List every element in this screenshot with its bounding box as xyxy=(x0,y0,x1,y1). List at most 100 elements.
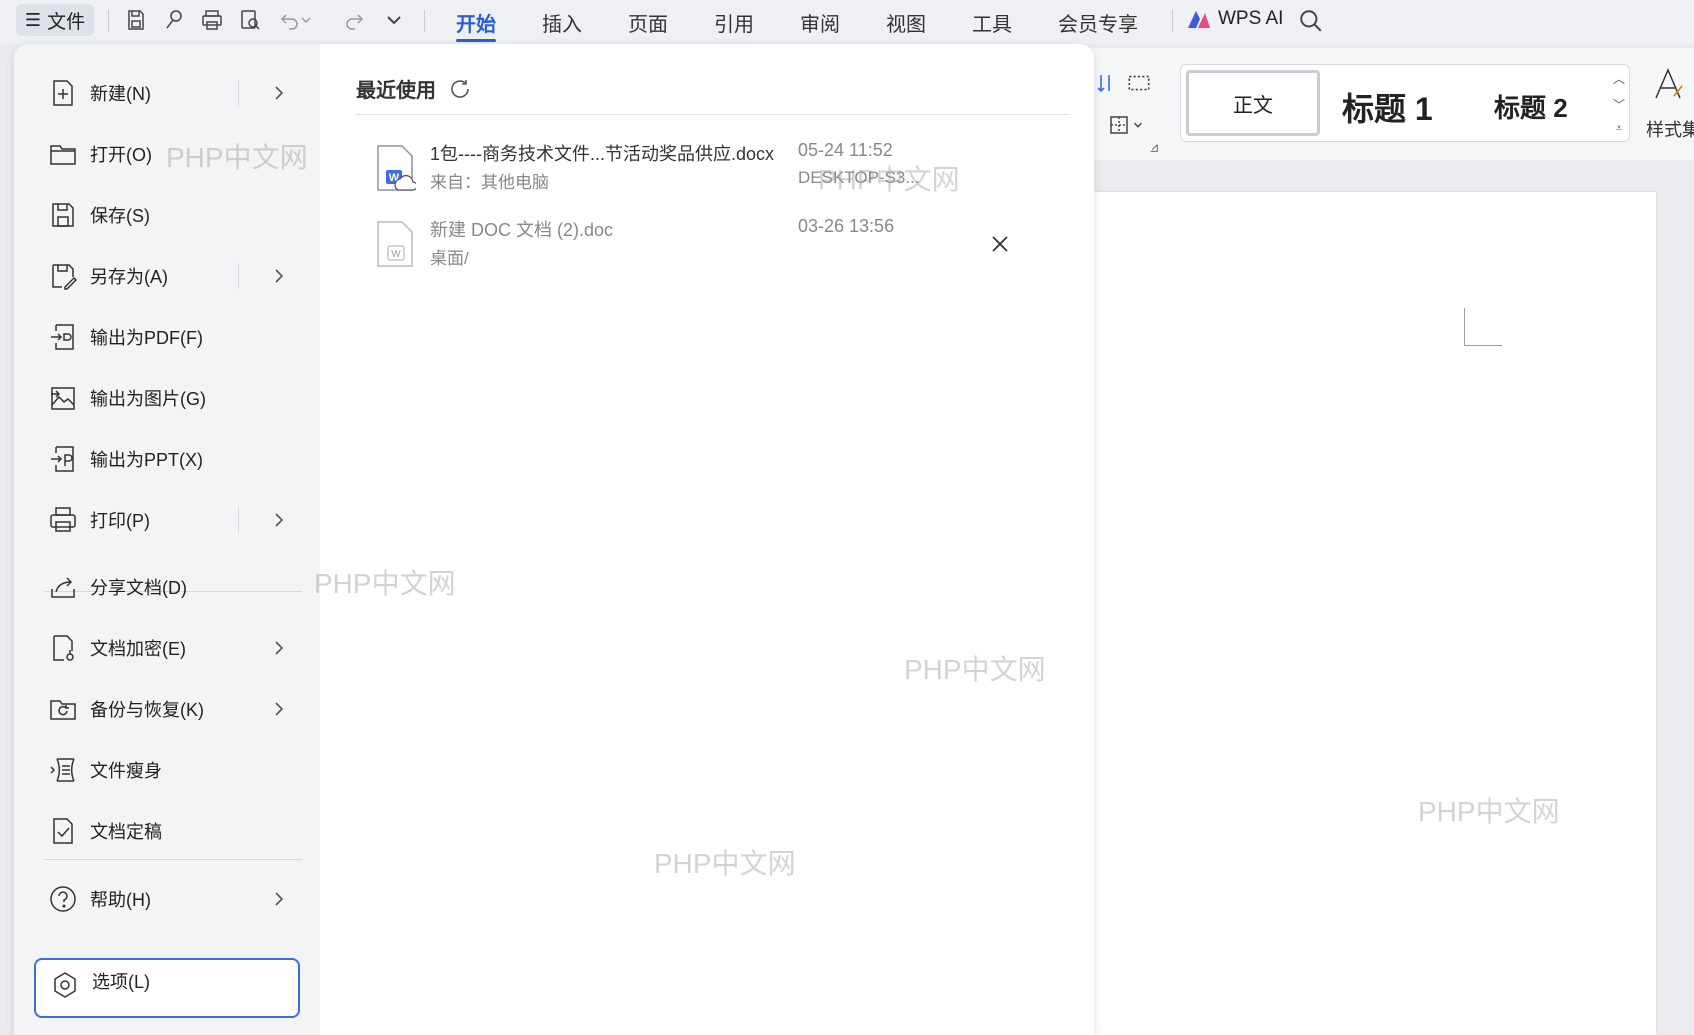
menu-item-open[interactable]: 打开(O) xyxy=(46,129,296,179)
sort-icon[interactable] xyxy=(1090,68,1120,98)
paragraph-settings-icon[interactable] xyxy=(1146,140,1162,156)
chevron-right-icon[interactable] xyxy=(268,80,290,106)
tab-references[interactable]: 引用 xyxy=(714,8,754,40)
menu-item-backup[interactable]: 备份与恢复(K) xyxy=(46,684,296,734)
menu-item-save-as[interactable]: 另存为(A) xyxy=(46,251,296,301)
finalize-icon xyxy=(46,814,80,848)
menu-item-export-pdf[interactable]: 输出为PDF(F) xyxy=(46,312,296,362)
word-file-icon: W xyxy=(377,221,413,267)
export-pdf-icon xyxy=(46,320,80,354)
menu-item-export-ppt[interactable]: 输出为PPT(X) xyxy=(46,434,296,484)
menu-item-save[interactable]: 保存(S) xyxy=(46,190,296,240)
menu-item-label: 文件瘦身 xyxy=(90,761,162,781)
style-heading-2[interactable]: 标题 2 xyxy=(1494,88,1568,125)
recent-file-source: 来自：其他电脑 xyxy=(430,173,549,192)
menu-item-label: 另存为(A) xyxy=(90,267,168,287)
tab-view[interactable]: 视图 xyxy=(886,8,926,40)
tab-insert[interactable]: 插入 xyxy=(542,8,582,40)
search-icon[interactable] xyxy=(1298,8,1326,36)
undo-dropdown-icon[interactable] xyxy=(298,6,314,34)
print-preview-icon[interactable] xyxy=(236,6,264,34)
encrypt-icon xyxy=(46,631,80,665)
tab-home[interactable]: 开始 xyxy=(456,8,496,42)
menu-item-print[interactable]: 打印(P) xyxy=(46,495,296,545)
menu-item-new[interactable]: 新建(N) xyxy=(46,68,296,118)
recent-file-date: 03-26 13:56 xyxy=(798,216,895,236)
hamburger-icon: ☰ xyxy=(24,9,42,30)
style-set-button[interactable] xyxy=(1644,66,1694,107)
format-painter-icon[interactable] xyxy=(160,6,188,34)
menu-item-finalize[interactable]: 文档定稿 xyxy=(46,806,296,856)
page-margin-mark xyxy=(1464,308,1502,346)
slim-icon xyxy=(46,753,80,787)
printer-icon xyxy=(46,503,80,537)
menu-item-label: 文档定稿 xyxy=(90,822,162,842)
document-page[interactable] xyxy=(1094,192,1656,1035)
menu-item-options[interactable]: 选项(L) xyxy=(34,958,300,1018)
wps-ai-button[interactable]: WPS AI xyxy=(1186,8,1283,30)
menu-divider xyxy=(44,859,302,860)
wps-ai-label: WPS AI xyxy=(1218,8,1284,29)
close-icon[interactable] xyxy=(988,232,1012,256)
chevron-up-icon[interactable]: ︿ xyxy=(1613,70,1625,87)
toolbar-divider xyxy=(1172,10,1173,32)
chevron-down-icon[interactable]: ﹀ xyxy=(1613,96,1625,113)
recent-title: 最近使用 xyxy=(356,80,436,102)
menu-item-label: 选项(L) xyxy=(92,972,150,992)
recent-file-source: 桌面/ xyxy=(430,249,469,268)
file-menu-sidebar: 新建(N) 打开(O) 保存(S) 另存为(A) 输出为PDF(F) 输出为图片… xyxy=(14,44,320,1035)
menu-item-encrypt[interactable]: 文档加密(E) xyxy=(46,623,296,673)
style-gallery-scroll[interactable]: ︿ ﹀ ⩡ xyxy=(1612,70,1626,136)
menu-item-help[interactable]: 帮助(H) xyxy=(46,874,296,924)
expand-gallery-icon[interactable]: ⩡ xyxy=(1616,121,1623,136)
folder-open-icon xyxy=(46,137,80,171)
file-menu-button[interactable]: ☰ 文件 xyxy=(16,4,94,36)
backup-icon xyxy=(46,692,80,726)
tab-page[interactable]: 页面 xyxy=(628,8,668,40)
toolbar-divider xyxy=(424,10,425,32)
submenu-divider xyxy=(238,80,239,106)
recent-header: 最近使用 xyxy=(356,74,472,103)
submenu-divider xyxy=(238,263,239,289)
show-marks-icon[interactable] xyxy=(1124,68,1154,98)
recent-file-name: 1包----商务技术文件...节活动奖品供应.docx xyxy=(430,144,775,164)
share-icon xyxy=(46,570,80,604)
menu-item-label: 输出为PDF(F) xyxy=(90,328,203,348)
export-ppt-icon xyxy=(46,442,80,476)
menu-item-label: 新建(N) xyxy=(90,84,151,104)
customize-dropdown-icon[interactable] xyxy=(380,6,408,34)
chevron-right-icon[interactable] xyxy=(268,507,290,533)
refresh-icon[interactable] xyxy=(448,77,472,101)
menu-item-label: 分享文档(D) xyxy=(90,578,187,598)
tab-member[interactable]: 会员专享 xyxy=(1058,8,1138,40)
menu-item-export-image[interactable]: 输出为图片(G) xyxy=(46,373,296,423)
style-normal[interactable]: 正文 xyxy=(1186,70,1320,136)
menu-item-label: 备份与恢复(K) xyxy=(90,700,204,720)
menu-item-label: 输出为PPT(X) xyxy=(90,450,204,470)
submenu-divider xyxy=(238,507,239,533)
menu-item-label: 帮助(H) xyxy=(90,890,151,910)
recent-divider xyxy=(356,114,1070,115)
style-heading-1[interactable]: 标题 1 xyxy=(1342,84,1433,130)
chevron-right-icon[interactable] xyxy=(268,635,290,661)
save-icon[interactable] xyxy=(122,6,150,34)
tab-review[interactable]: 审阅 xyxy=(800,8,840,40)
redo-icon[interactable] xyxy=(340,6,368,34)
chevron-right-icon[interactable] xyxy=(268,263,290,289)
chevron-right-icon[interactable] xyxy=(268,886,290,912)
chevron-right-icon[interactable] xyxy=(268,696,290,722)
recent-file-name: 新建 DOC 文档 (2).doc xyxy=(430,220,614,240)
tab-tools[interactable]: 工具 xyxy=(972,8,1012,40)
recent-file-row[interactable]: W 1包----商务技术文件...节活动奖品供应.docx 来自：其他电脑 05… xyxy=(374,140,1064,202)
recent-file-row[interactable]: W 新建 DOC 文档 (2).doc 桌面/ 03-26 13:56 xyxy=(374,216,1064,278)
menu-item-slim[interactable]: 文件瘦身 xyxy=(46,745,296,795)
menu-item-label: 保存(S) xyxy=(90,206,150,226)
export-image-icon xyxy=(46,381,80,415)
svg-text:W: W xyxy=(391,249,401,260)
menu-item-share[interactable]: 分享文档(D) xyxy=(46,562,296,612)
cloud-word-file-icon: W xyxy=(377,145,416,191)
help-icon xyxy=(46,882,80,916)
border-dropdown-icon[interactable] xyxy=(1128,110,1148,140)
recent-file-date: 05-24 11:52 xyxy=(798,140,893,160)
print-icon[interactable] xyxy=(198,6,226,34)
